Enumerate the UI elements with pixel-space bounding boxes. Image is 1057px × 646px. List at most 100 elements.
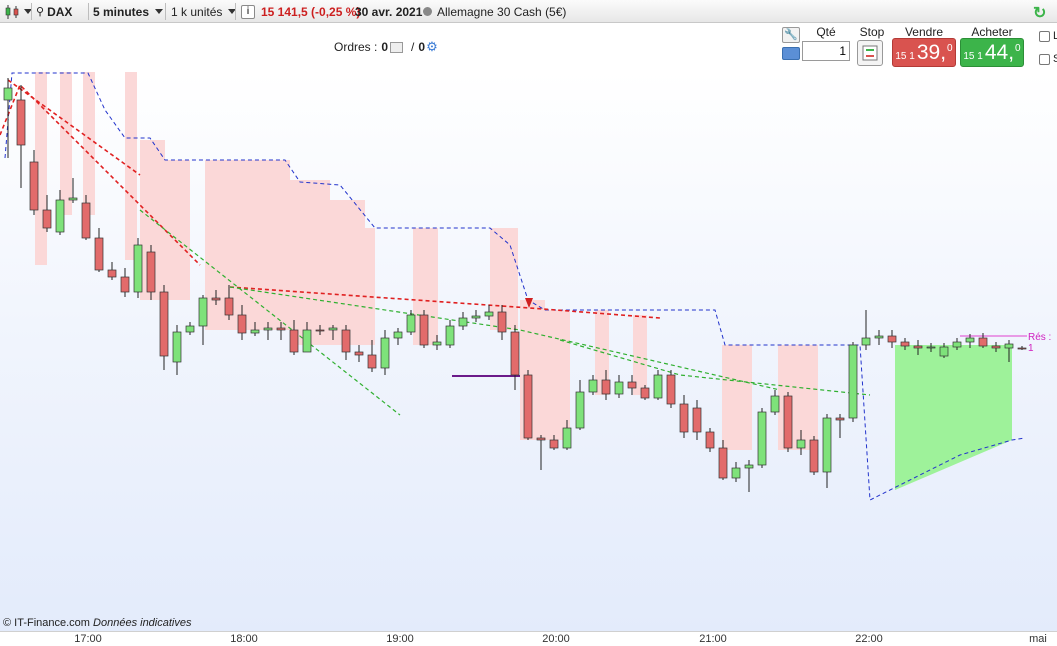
credit-source: © IT-Finance.com	[3, 617, 90, 629]
trend-line	[7, 79, 141, 176]
buy-button[interactable]: 15 1 44, 0	[960, 38, 1024, 67]
candle-body	[445, 325, 455, 346]
time-tick-label: 20:00	[542, 633, 570, 645]
instrument-selector[interactable]: ⚲ DAX	[36, 2, 72, 21]
timeframe-value: 5 minutes	[93, 4, 150, 19]
candle-body	[120, 276, 130, 293]
candle-body	[1004, 343, 1014, 349]
candle-body	[289, 329, 299, 353]
candle-body	[718, 447, 728, 479]
cancel-orders-icon[interactable]	[390, 41, 404, 53]
candle-body	[198, 297, 208, 327]
candle-body	[237, 314, 247, 334]
chevron-down-icon	[155, 9, 164, 14]
candle-body	[276, 327, 286, 331]
candle-body	[627, 381, 637, 389]
candle-body	[991, 345, 1001, 349]
candle-body	[770, 395, 780, 413]
top-toolbar: ⚲ DAX 5 minutes 1 k unités i 15 141,5 (-…	[0, 0, 1057, 23]
time-tick-label: mai	[1029, 633, 1047, 645]
search-icon: ⚲	[36, 6, 45, 18]
bearish-zone	[290, 180, 330, 345]
gear-icon[interactable]: ⚙	[426, 39, 438, 55]
candle-body	[523, 374, 533, 439]
candle-body	[666, 374, 676, 405]
sell-button[interactable]: 15 1 39, 0	[892, 38, 956, 67]
quantity-input[interactable]	[802, 41, 850, 61]
candle-body	[757, 411, 767, 466]
candle-body	[835, 417, 845, 421]
candle-body	[900, 341, 910, 347]
candle-body	[848, 344, 858, 419]
candle-body	[601, 379, 611, 395]
candle-body	[133, 244, 143, 293]
candle-body	[549, 439, 559, 449]
candle-body	[367, 354, 377, 369]
candle-body	[68, 197, 78, 201]
candle-body	[614, 381, 624, 395]
keyboard-icon[interactable]	[782, 47, 800, 60]
candlestick-type-icon[interactable]	[4, 2, 32, 21]
time-tick-label: 21:00	[699, 633, 727, 645]
bearish-zone	[330, 200, 365, 345]
instrument-name: DAX	[47, 4, 73, 19]
candle-body	[965, 337, 975, 343]
qty-label: Qté	[816, 25, 836, 39]
candle-body	[315, 329, 325, 332]
units-dropdown[interactable]: 1 k unités	[171, 2, 237, 21]
chart-canvas[interactable]	[0, 72, 1057, 632]
candle-body	[55, 199, 65, 233]
candle-body	[861, 337, 871, 346]
checkbox-l[interactable]	[1039, 31, 1050, 42]
candle-body	[744, 464, 754, 469]
time-axis: 17:00 18:00 19:00 20:00 21:00 22:00 mai	[0, 631, 1057, 646]
candle-body	[146, 251, 156, 293]
candle-body	[42, 209, 52, 229]
candle-body	[406, 314, 416, 333]
candle-body	[432, 341, 442, 346]
checkbox-s-label: S	[1053, 53, 1057, 65]
toolbar-divider	[235, 3, 236, 20]
time-tick-label: 17:00	[74, 633, 102, 645]
stop-button[interactable]	[857, 40, 883, 66]
time-tick-label: 22:00	[855, 633, 883, 645]
candle-body	[653, 374, 663, 399]
toolbar-divider	[165, 3, 166, 20]
info-button[interactable]: i	[241, 2, 255, 21]
price-chart[interactable]	[0, 72, 1057, 632]
timeframe-dropdown[interactable]: 5 minutes	[93, 2, 164, 21]
market-label: Allemagne 30 Cash (5€)	[437, 4, 567, 19]
bearish-zone	[545, 310, 570, 440]
sell-price-main: 39,	[916, 41, 947, 64]
stop-label: Stop	[859, 25, 885, 39]
time-tick-label: 19:00	[386, 633, 414, 645]
bearish-zone	[245, 160, 290, 330]
candle-body	[679, 403, 689, 433]
bearish-zone	[165, 160, 190, 300]
candle-body	[874, 335, 884, 339]
market-status-icon	[423, 7, 432, 16]
candle-body	[562, 427, 572, 449]
credit-note: Données indicatives	[93, 617, 192, 629]
buy-label: Acheter	[971, 25, 1013, 39]
candle-body	[926, 346, 936, 349]
candle-body	[731, 467, 741, 479]
checkbox-s[interactable]	[1039, 54, 1050, 65]
candle-body	[887, 335, 897, 343]
candle-body	[107, 269, 117, 278]
wrench-icon[interactable]: 🔧	[782, 27, 800, 43]
candle-body	[458, 317, 468, 327]
sell-label: Vendre	[904, 25, 944, 39]
orders-separator: /	[411, 40, 415, 54]
orders-count: 0	[381, 40, 389, 54]
market-name: Allemagne 30 Cash (5€)	[423, 2, 566, 21]
checkbox-l-label: L	[1053, 30, 1057, 42]
buy-price-main: 44,	[984, 41, 1015, 64]
candle-body	[484, 311, 494, 317]
sell-price-decimal: 0	[947, 43, 953, 54]
candle-body	[94, 237, 104, 271]
candle-body	[185, 325, 195, 333]
resistance-label: Rés : 1	[1028, 332, 1052, 354]
refresh-icon[interactable]: ↻	[1033, 3, 1046, 23]
candle-body	[159, 291, 169, 357]
